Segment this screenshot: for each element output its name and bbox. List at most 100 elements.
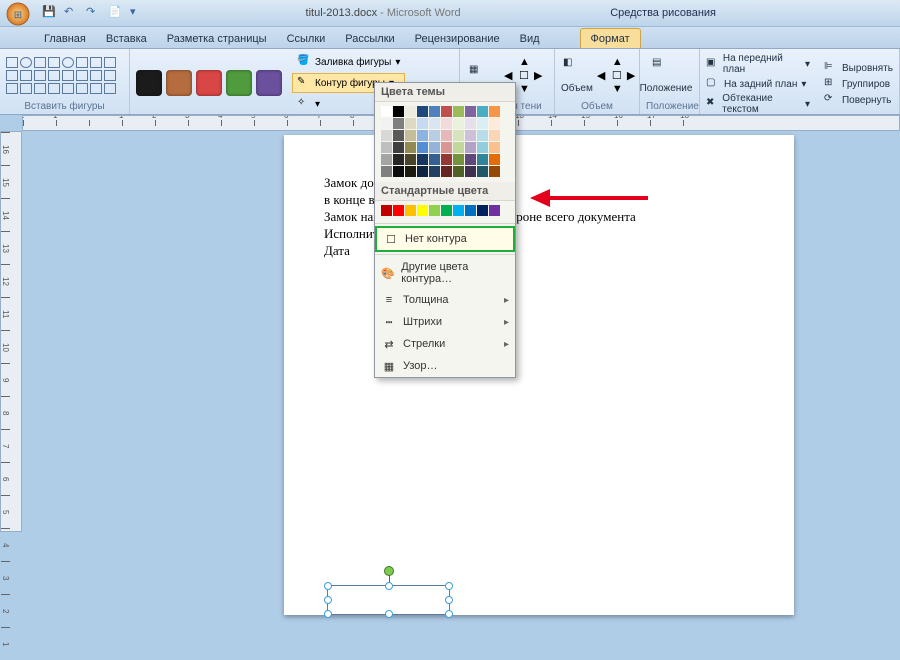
color-swatch[interactable] xyxy=(417,106,428,117)
color-swatch[interactable] xyxy=(393,118,404,129)
color-swatch[interactable] xyxy=(441,205,452,216)
color-swatch[interactable] xyxy=(489,142,500,153)
office-button[interactable]: ⊞ xyxy=(4,0,38,27)
theme-colors-grid[interactable] xyxy=(375,102,515,182)
tab-mailings[interactable]: Рассылки xyxy=(335,29,404,48)
resize-handle[interactable] xyxy=(445,582,453,590)
tab-view[interactable]: Вид xyxy=(510,29,550,48)
color-swatch[interactable] xyxy=(429,166,440,177)
resize-handle[interactable] xyxy=(385,582,393,590)
color-swatch[interactable] xyxy=(441,154,452,165)
color-swatch[interactable] xyxy=(405,166,416,177)
resize-handle[interactable] xyxy=(445,596,453,604)
color-swatch[interactable] xyxy=(453,118,464,129)
color-swatch[interactable] xyxy=(465,118,476,129)
color-swatch[interactable] xyxy=(489,166,500,177)
style-swatch[interactable] xyxy=(166,70,192,96)
resize-handle[interactable] xyxy=(385,610,393,618)
tab-home[interactable]: Главная xyxy=(34,29,96,48)
resize-handle[interactable] xyxy=(324,610,332,618)
dd-dashes[interactable]: ┅ Штрихи▸ xyxy=(375,311,515,333)
color-swatch[interactable] xyxy=(405,106,416,117)
send-back-button[interactable]: ▢На задний план▾ xyxy=(706,76,810,92)
color-swatch[interactable] xyxy=(417,154,428,165)
color-swatch[interactable] xyxy=(381,205,392,216)
position-button[interactable]: ▤ Положение xyxy=(646,57,686,94)
color-swatch[interactable] xyxy=(453,106,464,117)
qat-dropdown-icon[interactable]: ▾ xyxy=(130,5,146,21)
color-swatch[interactable] xyxy=(465,205,476,216)
tab-review[interactable]: Рецензирование xyxy=(405,29,510,48)
bring-front-button[interactable]: ▣На передний план▾ xyxy=(706,52,810,76)
color-swatch[interactable] xyxy=(489,118,500,129)
color-swatch[interactable] xyxy=(477,205,488,216)
ruler-vertical[interactable]: 16151413121110987654321 xyxy=(0,131,22,532)
color-swatch[interactable] xyxy=(393,130,404,141)
color-swatch[interactable] xyxy=(381,142,392,153)
color-swatch[interactable] xyxy=(453,205,464,216)
undo-icon[interactable]: ↶ xyxy=(64,5,80,21)
color-swatch[interactable] xyxy=(429,106,440,117)
style-swatch[interactable] xyxy=(256,70,282,96)
shapes-gallery[interactable] xyxy=(6,57,117,95)
color-swatch[interactable] xyxy=(417,205,428,216)
color-swatch[interactable] xyxy=(441,142,452,153)
color-swatch[interactable] xyxy=(453,166,464,177)
rotate-button[interactable]: ⟳Повернуть xyxy=(824,92,893,108)
color-swatch[interactable] xyxy=(489,205,500,216)
color-swatch[interactable] xyxy=(417,130,428,141)
selected-text-box[interactable] xyxy=(327,585,450,615)
color-swatch[interactable] xyxy=(381,130,392,141)
color-swatch[interactable] xyxy=(429,142,440,153)
color-swatch[interactable] xyxy=(477,106,488,117)
color-swatch[interactable] xyxy=(465,142,476,153)
color-swatch[interactable] xyxy=(465,154,476,165)
color-swatch[interactable] xyxy=(417,118,428,129)
dd-no-outline[interactable]: ☐ Нет контура xyxy=(375,226,515,252)
style-swatch[interactable] xyxy=(136,70,162,96)
color-swatch[interactable] xyxy=(441,118,452,129)
rotate-handle[interactable] xyxy=(384,566,394,576)
color-swatch[interactable] xyxy=(429,118,440,129)
color-swatch[interactable] xyxy=(465,106,476,117)
color-swatch[interactable] xyxy=(465,130,476,141)
group-button[interactable]: ⊞Группиров xyxy=(824,76,893,92)
color-swatch[interactable] xyxy=(489,130,500,141)
dd-pattern[interactable]: ▦ Узор… xyxy=(375,355,515,377)
color-swatch[interactable] xyxy=(405,130,416,141)
align-button[interactable]: ⊫Выровнять xyxy=(824,60,893,76)
color-swatch[interactable] xyxy=(453,154,464,165)
tab-page-layout[interactable]: Разметка страницы xyxy=(157,29,277,48)
save-icon[interactable]: 💾 xyxy=(42,5,58,21)
color-swatch[interactable] xyxy=(477,130,488,141)
color-swatch[interactable] xyxy=(429,205,440,216)
color-swatch[interactable] xyxy=(429,154,440,165)
color-swatch[interactable] xyxy=(441,130,452,141)
volume-button[interactable]: ◧ Объем xyxy=(561,57,593,94)
color-swatch[interactable] xyxy=(417,142,428,153)
resize-handle[interactable] xyxy=(445,610,453,618)
color-swatch[interactable] xyxy=(453,130,464,141)
color-swatch[interactable] xyxy=(405,205,416,216)
print-preview-icon[interactable]: 📄 xyxy=(108,5,124,21)
color-swatch[interactable] xyxy=(489,154,500,165)
color-swatch[interactable] xyxy=(393,106,404,117)
color-swatch[interactable] xyxy=(429,130,440,141)
color-swatch[interactable] xyxy=(477,166,488,177)
color-swatch[interactable] xyxy=(441,106,452,117)
style-swatch[interactable] xyxy=(196,70,222,96)
nudge-cluster-3d[interactable]: ▲◀☐▶▼ xyxy=(597,56,641,95)
color-swatch[interactable] xyxy=(417,166,428,177)
tab-insert[interactable]: Вставка xyxy=(96,29,157,48)
resize-handle[interactable] xyxy=(324,582,332,590)
style-swatch[interactable] xyxy=(226,70,252,96)
color-swatch[interactable] xyxy=(477,154,488,165)
dd-arrows[interactable]: ⇄ Стрелки▸ xyxy=(375,333,515,355)
color-swatch[interactable] xyxy=(393,205,404,216)
tab-references[interactable]: Ссылки xyxy=(277,29,336,48)
tab-format[interactable]: Формат xyxy=(580,28,641,48)
color-swatch[interactable] xyxy=(441,166,452,177)
resize-handle[interactable] xyxy=(324,596,332,604)
color-swatch[interactable] xyxy=(381,154,392,165)
color-swatch[interactable] xyxy=(489,106,500,117)
